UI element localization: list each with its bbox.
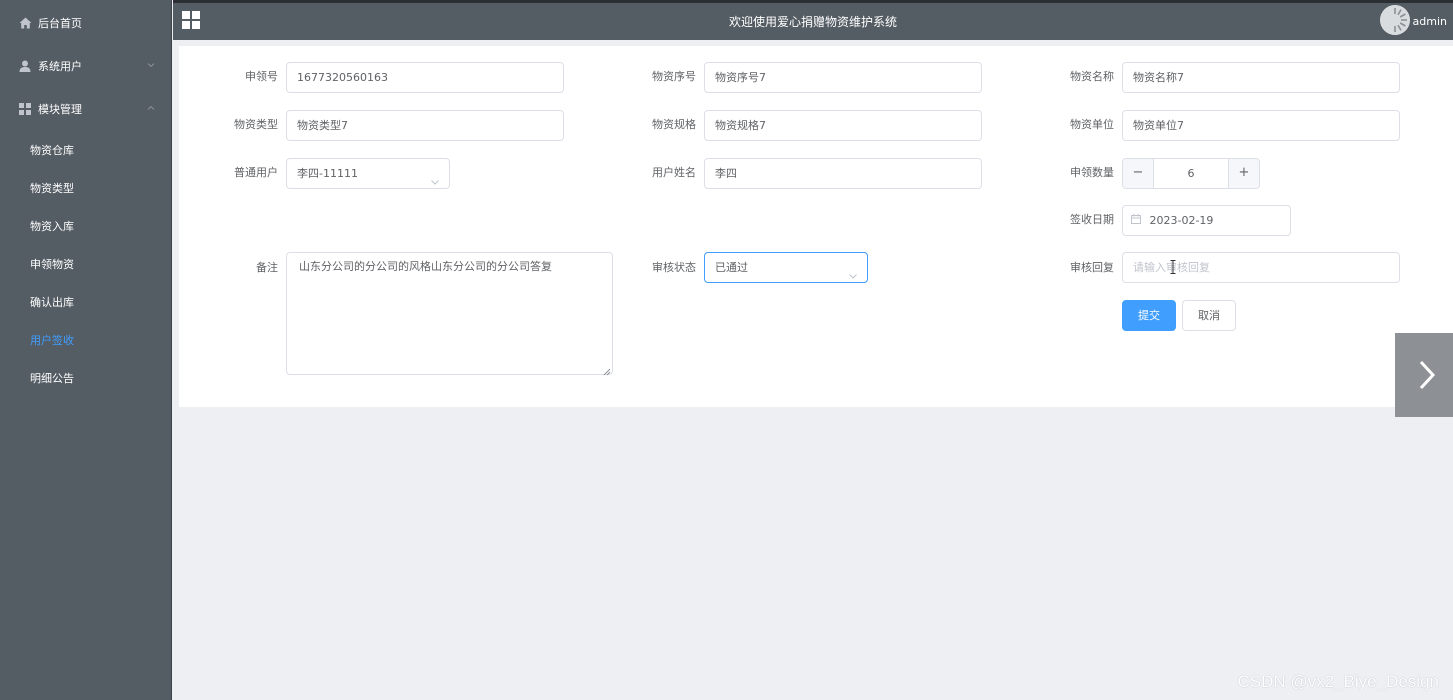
- next-arrow-button[interactable]: [1395, 333, 1453, 417]
- item-name-label: 物资名称: [1070, 70, 1114, 83]
- item-spec-label: 物资规格: [652, 118, 696, 131]
- chevron-right-icon: [1419, 360, 1436, 390]
- apply-no-input[interactable]: 1677320560163: [286, 62, 564, 93]
- sidebar-item-system-users[interactable]: 系统用户: [0, 46, 172, 86]
- sign-date-value: 2023-02-19: [1149, 214, 1214, 227]
- submenu-item-notice[interactable]: 明细公告: [0, 359, 172, 397]
- header: 欢迎使用爱心捐赠物资维护系统 admin: [173, 0, 1453, 40]
- item-unit-input[interactable]: 物资单位7: [1122, 110, 1400, 141]
- user-name[interactable]: admin: [1413, 15, 1447, 28]
- user-icon: [18, 59, 32, 73]
- sidebar-item-home[interactable]: 后台首页: [0, 3, 172, 43]
- remark-textarea[interactable]: 山东分公司的分公司的风格山东分公司的分公司答复: [286, 252, 613, 376]
- user-name-label: 用户姓名: [652, 166, 696, 179]
- increment-button[interactable]: +: [1228, 159, 1259, 188]
- review-status-label: 审核状态: [652, 261, 696, 274]
- calendar-icon: [1131, 206, 1141, 235]
- review-status-value: 已通过: [715, 261, 748, 274]
- chevron-down-icon: [146, 60, 156, 70]
- avatar[interactable]: [1380, 5, 1410, 35]
- item-unit-label: 物资单位: [1070, 118, 1114, 131]
- item-no-input[interactable]: 物资序号7: [704, 62, 982, 93]
- item-no-label: 物资序号: [652, 70, 696, 83]
- resize-handle-icon[interactable]: [603, 365, 611, 376]
- chevron-up-icon: [146, 103, 156, 113]
- sidebar-item-label: 模块管理: [38, 103, 82, 116]
- item-spec-input[interactable]: 物资规格7: [704, 110, 982, 141]
- item-type-label: 物资类型: [234, 118, 278, 131]
- grid-icon: [18, 102, 32, 116]
- submenu-item-user-sign[interactable]: 用户签收: [0, 321, 172, 359]
- normal-user-select[interactable]: 李四-11111: [286, 158, 450, 189]
- submenu-label: 明细公告: [30, 372, 74, 385]
- submenu-label: 确认出库: [30, 296, 74, 309]
- submenu-item-apply[interactable]: 申领物资: [0, 245, 172, 283]
- sidebar: 后台首页 系统用户 模块管理 物资仓库 物资类型 物资入库 申领物资 确认出库 …: [0, 0, 172, 700]
- submenu-label: 物资类型: [30, 182, 74, 195]
- submenu-label: 用户签收: [30, 334, 74, 347]
- form-card: 申领号 1677320560163 物资序号 物资序号7 物资名称 物资名称7 …: [179, 46, 1453, 407]
- item-type-input[interactable]: 物资类型7: [286, 110, 564, 141]
- apply-qty-label: 申领数量: [1070, 166, 1114, 179]
- review-status-select[interactable]: 已通过: [704, 252, 868, 283]
- normal-user-label: 普通用户: [234, 166, 278, 179]
- normal-user-value: 李四-11111: [297, 167, 358, 180]
- remark-label: 备注: [256, 261, 278, 274]
- text-cursor-icon: [1170, 260, 1176, 274]
- watermark: CSDN @vx2_Biye_Design: [1237, 672, 1439, 691]
- sidebar-item-label: 系统用户: [38, 60, 82, 73]
- sign-date-label: 签收日期: [1070, 213, 1114, 226]
- chevron-down-icon: [430, 169, 440, 185]
- item-name-input[interactable]: 物资名称7: [1122, 62, 1400, 93]
- submenu-item-confirm-out[interactable]: 确认出库: [0, 283, 172, 321]
- submenu-item-stock-in[interactable]: 物资入库: [0, 207, 172, 245]
- apply-qty-stepper: − 6 +: [1122, 158, 1260, 189]
- submenu-label: 物资仓库: [30, 144, 74, 157]
- cancel-button[interactable]: 取消: [1182, 300, 1236, 331]
- review-reply-input[interactable]: 请输入审核回复: [1122, 252, 1400, 283]
- user-name-input[interactable]: 李四: [704, 158, 982, 189]
- submenu-label: 申领物资: [30, 258, 74, 271]
- apply-qty-value[interactable]: 6: [1154, 159, 1228, 188]
- sign-date-picker[interactable]: 2023-02-19: [1122, 205, 1291, 236]
- submenu-item-item-types[interactable]: 物资类型: [0, 169, 172, 207]
- sidebar-item-label: 后台首页: [38, 17, 82, 30]
- submenu-label: 物资入库: [30, 220, 74, 233]
- submenu-item-warehouse[interactable]: 物资仓库: [0, 131, 172, 169]
- home-icon: [18, 16, 32, 30]
- chevron-down-icon: [848, 263, 858, 279]
- submit-button[interactable]: 提交: [1122, 300, 1176, 331]
- apply-no-label: 申领号: [245, 70, 278, 83]
- remark-text: 山东分公司的分公司的风格山东分公司的分公司答复: [299, 260, 552, 273]
- decrement-button[interactable]: −: [1123, 159, 1154, 188]
- review-reply-label: 审核回复: [1070, 261, 1114, 274]
- sidebar-item-module-mgmt[interactable]: 模块管理: [0, 89, 172, 129]
- page-title: 欢迎使用爱心捐赠物资维护系统: [728, 15, 897, 29]
